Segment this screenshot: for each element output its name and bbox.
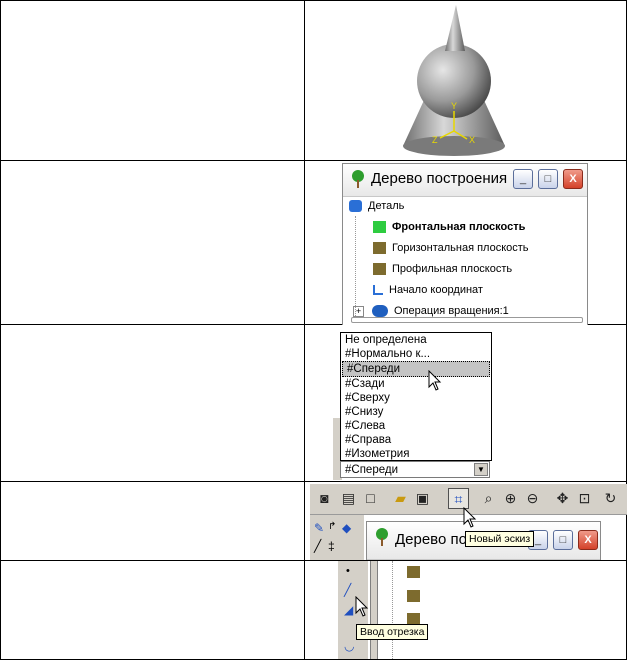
dimension-icon[interactable]: ‡ bbox=[328, 539, 335, 553]
pencil-icon[interactable]: ✎ bbox=[314, 521, 324, 535]
plane-icon bbox=[373, 221, 386, 234]
spike bbox=[445, 5, 465, 51]
tree-item-label: Фронтальная плоскость bbox=[392, 221, 526, 233]
orientation-option[interactable]: #Изометрия bbox=[341, 447, 491, 461]
row-divider bbox=[0, 560, 627, 561]
orientation-option-selected[interactable]: #Спереди bbox=[342, 361, 490, 377]
arrow-icon[interactable]: ↱ bbox=[328, 521, 336, 532]
horizontal-scrollbar[interactable] bbox=[351, 317, 583, 323]
revolve-icon bbox=[372, 305, 388, 318]
new-sketch-icon[interactable]: ⌗ bbox=[448, 488, 469, 509]
new-document-icon[interactable]: □ bbox=[360, 488, 381, 509]
tree-item-label: Профильная плоскость bbox=[392, 263, 513, 275]
tree-item-origin[interactable]: Начало координат bbox=[373, 284, 483, 296]
zoom-icon[interactable]: ⌕ bbox=[478, 488, 499, 509]
mouse-pointer-icon bbox=[355, 596, 369, 617]
camera-icon[interactable]: ◙ bbox=[314, 488, 335, 509]
row-divider bbox=[0, 160, 627, 161]
zoom-in-icon[interactable]: ⊕ bbox=[500, 488, 521, 509]
row-divider bbox=[0, 481, 627, 482]
tree-item-front-plane[interactable]: Фронтальная плоскость bbox=[373, 221, 526, 234]
y-axis-label: Y bbox=[451, 101, 457, 111]
origin-icon bbox=[373, 285, 383, 296]
tree-item-revolve[interactable]: + Операция вращения:1 bbox=[353, 305, 509, 318]
orientation-option[interactable]: #Слева bbox=[341, 419, 491, 433]
maximize-button[interactable]: □ bbox=[553, 530, 573, 550]
segment-tooltip: Ввод отрезка bbox=[356, 624, 429, 640]
chevron-down-icon[interactable]: ▼ bbox=[474, 463, 488, 476]
tree-window: Дерево построения _ □ X Деталь Фронтальн… bbox=[342, 163, 588, 325]
close-button[interactable]: X bbox=[563, 169, 583, 189]
orientation-list[interactable]: Не определена #Нормально к... #Спереди #… bbox=[340, 332, 492, 461]
zoom-fit-icon[interactable]: ⊡ bbox=[574, 488, 595, 509]
orientation-option[interactable]: #Сзади bbox=[341, 377, 491, 391]
tool-palette: ✎ ↱ ◆ ╱ ‡ bbox=[310, 515, 364, 560]
orientation-option[interactable]: #Справа bbox=[341, 433, 491, 447]
cone-bottom bbox=[403, 136, 505, 156]
maximize-button[interactable]: □ bbox=[538, 169, 558, 189]
orientation-combo-value: #Спереди bbox=[345, 464, 398, 476]
tree-icon bbox=[352, 170, 364, 188]
minimize-button[interactable]: _ bbox=[513, 169, 533, 189]
new-sketch-tooltip: Новый эскиз bbox=[465, 531, 535, 547]
tree-icon bbox=[376, 528, 388, 546]
line-icon[interactable]: ╱ bbox=[314, 539, 321, 553]
col-divider bbox=[0, 0, 1, 660]
tree-root-label: Деталь bbox=[368, 200, 405, 212]
tree-item-label: Горизонтальная плоскость bbox=[392, 242, 529, 254]
arc-icon[interactable]: ◡ bbox=[344, 639, 354, 653]
point-icon[interactable]: • bbox=[346, 565, 350, 577]
tree-connector bbox=[392, 561, 394, 659]
tree-item-horizontal-plane[interactable]: Горизонтальная плоскость bbox=[373, 242, 529, 255]
revolved-part-model: Y X Z bbox=[403, 5, 505, 156]
tree-item-profile-plane[interactable]: Профильная плоскость bbox=[373, 263, 513, 276]
new-sheet-icon[interactable]: ▤ bbox=[338, 488, 359, 509]
open-folder-icon[interactable]: ▰ bbox=[390, 488, 411, 509]
mouse-pointer-icon bbox=[428, 370, 442, 391]
plane-icon bbox=[407, 590, 420, 602]
line-tool-icon[interactable]: ◢ bbox=[344, 603, 353, 617]
tree-connector bbox=[355, 216, 356, 316]
tree-item-label: Начало координат bbox=[389, 284, 483, 296]
rotate-icon[interactable]: ↻ bbox=[600, 488, 621, 509]
orientation-option[interactable]: Не определена bbox=[341, 333, 491, 347]
orientation-option[interactable]: #Нормально к... bbox=[341, 347, 491, 361]
close-button[interactable]: X bbox=[578, 530, 598, 550]
orientation-option[interactable]: #Снизу bbox=[341, 405, 491, 419]
z-axis-label: Z bbox=[432, 135, 438, 145]
orientation-combo[interactable]: #Спереди ▼ bbox=[340, 461, 490, 478]
tree-window-titlebar[interactable]: Дерево построения _ □ X bbox=[343, 164, 587, 197]
save-icon[interactable]: ▣ bbox=[412, 488, 433, 509]
diamond-icon[interactable]: ◆ bbox=[342, 521, 351, 535]
x-axis-label: X bbox=[469, 135, 475, 145]
expand-icon[interactable]: + bbox=[353, 305, 364, 317]
plane-icon bbox=[373, 263, 386, 276]
splitter[interactable] bbox=[370, 561, 378, 659]
pan-icon[interactable]: ✥ bbox=[552, 488, 573, 509]
part-icon bbox=[349, 200, 362, 213]
model-cell: Y X Z bbox=[305, 1, 626, 160]
zoom-out-icon[interactable]: ⊖ bbox=[522, 488, 543, 509]
segment-icon[interactable]: ╱ bbox=[344, 583, 351, 597]
tree-item-label: Операция вращения:1 bbox=[394, 305, 509, 317]
tree-root[interactable]: Деталь bbox=[349, 200, 405, 213]
plane-icon bbox=[373, 242, 386, 255]
plane-icon bbox=[407, 566, 420, 578]
tree-window-title: Дерево построения bbox=[371, 170, 508, 187]
orientation-option[interactable]: #Сверху bbox=[341, 391, 491, 405]
mouse-pointer-icon bbox=[463, 507, 477, 528]
